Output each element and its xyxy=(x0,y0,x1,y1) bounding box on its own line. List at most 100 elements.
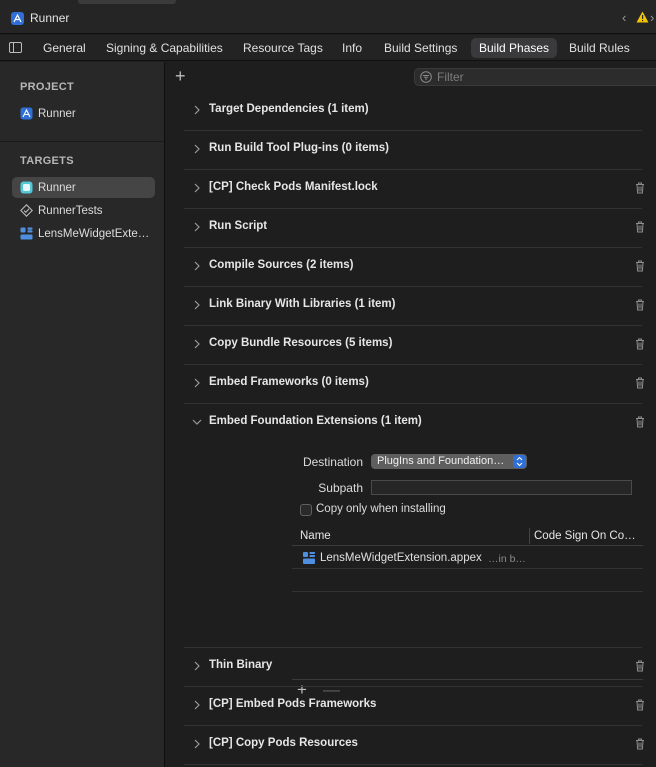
chevron-down-icon[interactable] xyxy=(191,416,203,428)
editor-tab-bar: General Signing & Capabilities Resource … xyxy=(0,35,656,61)
trash-icon[interactable] xyxy=(635,221,645,233)
phase-title: Target Dependencies (1 item) xyxy=(209,103,369,115)
sidebar-item-label: Runner xyxy=(38,107,76,120)
sidebar-divider xyxy=(0,141,165,142)
targets-section-header: TARGETS xyxy=(20,155,74,167)
subpath-field[interactable] xyxy=(371,480,632,495)
sidebar-item-project-runner[interactable]: Runner xyxy=(12,103,155,124)
trash-icon[interactable] xyxy=(635,338,645,350)
trash-icon[interactable] xyxy=(635,260,645,272)
phase-row[interactable]: Thin Binary xyxy=(184,648,645,687)
phase-title: Copy Bundle Resources (5 items) xyxy=(209,337,393,349)
destination-value: PlugIns and Foundation… xyxy=(377,455,505,467)
table-row[interactable]: LensMeWidgetExtension.appex …in b… xyxy=(292,547,643,569)
file-location: …in b… xyxy=(488,553,526,565)
app-target-icon xyxy=(20,181,33,194)
column-divider[interactable] xyxy=(529,528,530,544)
trash-icon[interactable] xyxy=(635,416,645,428)
trash-icon[interactable] xyxy=(635,377,645,389)
chevron-right-icon[interactable] xyxy=(191,104,203,116)
phase-title: [CP] Check Pods Manifest.lock xyxy=(209,181,378,193)
phase-row-expanded[interactable]: Embed Foundation Extensions (1 item) xyxy=(184,404,645,443)
phase-row[interactable]: Embed Frameworks (0 items) xyxy=(184,365,645,404)
title-bar: Runner ‹ › xyxy=(0,0,656,34)
chevron-right-icon[interactable] xyxy=(191,338,203,350)
trash-icon[interactable] xyxy=(635,182,645,194)
tab-general[interactable]: General xyxy=(35,38,94,58)
phase-title: [CP] Copy Pods Resources xyxy=(209,737,358,749)
tab-resource-tags[interactable]: Resource Tags xyxy=(235,38,331,58)
tab-info[interactable]: Info xyxy=(334,38,370,58)
column-header-name[interactable]: Name xyxy=(300,530,331,542)
phase-row[interactable]: Link Binary With Libraries (1 item) xyxy=(184,287,645,326)
file-table-header: Name Code Sign On Co… xyxy=(292,526,643,546)
destination-popup[interactable]: PlugIns and Foundation… xyxy=(371,454,527,469)
phase-title: Link Binary With Libraries (1 item) xyxy=(209,298,396,310)
chevron-right-icon[interactable] xyxy=(191,221,203,233)
phase-title: Embed Frameworks (0 items) xyxy=(209,376,369,388)
phase-title: Thin Binary xyxy=(209,659,273,671)
chevron-right-icon[interactable] xyxy=(191,260,203,272)
test-target-icon xyxy=(20,204,33,217)
chevron-right-icon[interactable] xyxy=(191,738,203,750)
filter-icon xyxy=(420,71,432,83)
appex-file-icon xyxy=(303,552,315,564)
build-phases-editor: + Target Dependencies (1 item) Run Build… xyxy=(166,62,656,767)
sidebar-item-target-runner[interactable]: Runner xyxy=(12,177,155,198)
project-navigator-sidebar: PROJECT Runner TARGETS Runner RunnerTest… xyxy=(0,62,165,767)
build-phases-toolbar: + xyxy=(166,62,656,92)
chevron-right-icon[interactable] xyxy=(191,299,203,311)
phase-row[interactable]: Copy Bundle Resources (5 items) xyxy=(184,326,645,365)
tab-build-settings[interactable]: Build Settings xyxy=(376,38,465,58)
trash-icon[interactable] xyxy=(635,299,645,311)
phase-title: Compile Sources (2 items) xyxy=(209,259,354,271)
phase-row[interactable]: Run Script xyxy=(184,209,645,248)
chevron-right-icon[interactable] xyxy=(191,699,203,711)
file-name: LensMeWidgetExtension.appex xyxy=(320,552,482,564)
phase-row[interactable]: Run Build Tool Plug-ins (0 items) xyxy=(184,131,642,170)
chevron-right-icon[interactable] xyxy=(191,143,203,155)
sidebar-item-target-runnertests[interactable]: RunnerTests xyxy=(12,200,155,221)
chevron-right-icon[interactable] xyxy=(191,377,203,389)
chevron-right-icon[interactable] xyxy=(191,182,203,194)
window-tab-indicator[interactable] xyxy=(78,0,176,4)
copy-only-checkbox[interactable] xyxy=(300,504,312,516)
phase-title: [CP] Embed Pods Frameworks xyxy=(209,698,377,710)
sidebar-toggle-icon[interactable] xyxy=(9,42,22,53)
tab-build-phases[interactable]: Build Phases xyxy=(471,38,558,58)
trash-icon[interactable] xyxy=(635,660,645,672)
filter-input[interactable] xyxy=(437,70,637,84)
project-section-header: PROJECT xyxy=(20,81,75,93)
phase-row[interactable]: [CP] Copy Pods Resources xyxy=(184,726,645,765)
filter-field[interactable] xyxy=(414,68,656,86)
chevron-right-icon[interactable] xyxy=(191,660,203,672)
sidebar-item-label: RunnerTests xyxy=(38,204,103,217)
phase-row[interactable]: [CP] Embed Pods Frameworks xyxy=(184,687,645,726)
chevron-right-icon[interactable]: › xyxy=(650,10,654,25)
phase-row[interactable]: [CP] Check Pods Manifest.lock xyxy=(184,170,645,209)
add-build-phase-button[interactable]: + xyxy=(175,66,186,86)
phase-row[interactable]: Compile Sources (2 items) xyxy=(184,248,645,287)
table-row-empty xyxy=(292,570,643,592)
sidebar-item-target-lensmewidgetextension[interactable]: LensMeWidgetExtension xyxy=(12,223,155,244)
phase-title: Run Build Tool Plug-ins (0 items) xyxy=(209,142,389,154)
copy-only-label: Copy only when installing xyxy=(316,503,446,515)
trash-icon[interactable] xyxy=(635,699,645,711)
extension-target-icon xyxy=(20,227,33,240)
popup-stepper-icon xyxy=(513,455,526,468)
trash-icon[interactable] xyxy=(635,738,645,750)
chevron-left-icon[interactable]: ‹ xyxy=(622,10,626,25)
embed-extensions-panel: Destination PlugIns and Foundation… Subp… xyxy=(184,442,643,699)
phase-title: Embed Foundation Extensions (1 item) xyxy=(209,415,422,427)
xcode-project-icon xyxy=(11,12,24,25)
column-header-code-sign[interactable]: Code Sign On Co… xyxy=(534,530,639,542)
sidebar-item-label: LensMeWidgetExtension xyxy=(38,227,155,240)
subpath-label: Subpath xyxy=(318,481,363,495)
window-title: Runner xyxy=(30,11,70,25)
project-icon xyxy=(20,107,33,120)
phase-title: Run Script xyxy=(209,220,268,232)
tab-signing-capabilities[interactable]: Signing & Capabilities xyxy=(98,38,231,58)
tab-build-rules[interactable]: Build Rules xyxy=(561,38,638,58)
phase-row[interactable]: Target Dependencies (1 item) xyxy=(184,92,642,131)
warning-icon[interactable] xyxy=(636,11,649,23)
